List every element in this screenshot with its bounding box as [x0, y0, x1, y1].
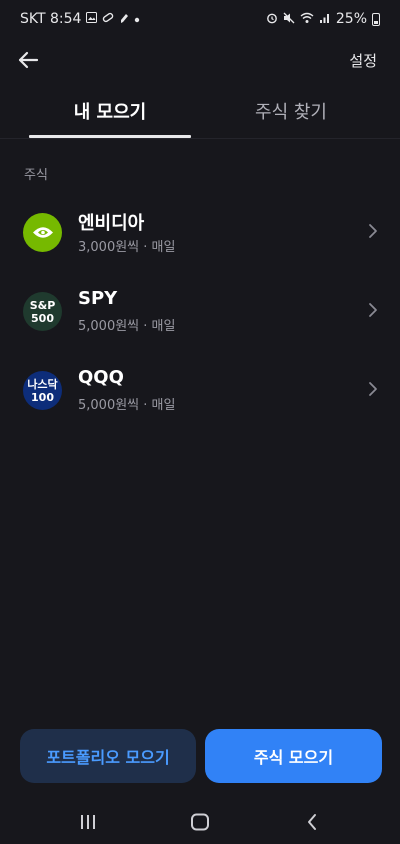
- recent-apps-icon: [81, 815, 95, 829]
- recent-apps-button[interactable]: [68, 808, 108, 836]
- arrow-left-icon: [18, 51, 39, 69]
- list-item[interactable]: 엔비디아 3,000원씩 · 매일: [0, 192, 400, 271]
- signal-icon: [319, 12, 331, 27]
- alarm-icon: [266, 12, 278, 27]
- stock-detail: 3,000원씩 · 매일: [78, 240, 176, 255]
- stock-list: 엔비디아 3,000원씩 · 매일 S&P 500 SPY 5,000원씩 · …: [0, 192, 400, 429]
- pen-icon: [119, 12, 129, 27]
- nasdaq100-logo: 나스닥 100: [23, 371, 62, 410]
- tab-indicator: [29, 135, 191, 138]
- bottom-actions: 포트폴리오 모으기 주식 모으기: [0, 729, 400, 783]
- stock-name: QQQ: [78, 367, 124, 388]
- back-icon: [308, 814, 316, 830]
- home-button[interactable]: [180, 808, 220, 836]
- status-right: 25%: [266, 11, 380, 27]
- pill-icon: [102, 12, 114, 26]
- stock-detail: 5,000원씩 · 매일: [78, 319, 176, 334]
- sp500-logo: S&P 500: [23, 292, 62, 331]
- stock-name: 엔비디아: [78, 213, 145, 234]
- system-back-button[interactable]: [292, 808, 332, 836]
- settings-button[interactable]: 설정: [349, 50, 377, 71]
- battery-percent: 25%: [335, 11, 367, 27]
- image-icon: [86, 12, 98, 26]
- wifi-icon: [300, 12, 314, 27]
- status-bar: SKT 8:54 25%: [0, 0, 400, 38]
- section-title: 주식: [24, 168, 48, 183]
- logo-text-line: S&P: [29, 298, 56, 312]
- stock-detail: 5,000원씩 · 매일: [78, 398, 176, 413]
- logo-text-line: 나스닥: [27, 377, 58, 391]
- chevron-right-icon: [369, 382, 377, 396]
- tab-bar: 내 모으기 주식 찾기: [0, 84, 400, 139]
- portfolio-save-button[interactable]: 포트폴리오 모으기: [20, 729, 196, 783]
- status-left: SKT 8:54: [20, 11, 140, 27]
- logo-text-line: 100: [31, 390, 54, 404]
- stock-save-button[interactable]: 주식 모으기: [205, 729, 382, 783]
- top-bar: 설정: [0, 38, 400, 82]
- list-item[interactable]: S&P 500 SPY 5,000원씩 · 매일: [0, 271, 400, 350]
- tab-my-savings[interactable]: 내 모으기: [29, 84, 191, 138]
- stock-name: SPY: [78, 288, 118, 309]
- list-item[interactable]: 나스닥 100 QQQ 5,000원씩 · 매일: [0, 350, 400, 429]
- nvidia-logo: [23, 213, 62, 252]
- tab-find-stocks[interactable]: 주식 찾기: [210, 84, 372, 138]
- mute-icon: [283, 12, 295, 27]
- dot-icon: [134, 13, 140, 26]
- battery-icon: [372, 12, 380, 26]
- logo-text-line: 500: [31, 311, 54, 325]
- home-icon: [191, 813, 209, 831]
- chevron-right-icon: [369, 224, 377, 238]
- chevron-right-icon: [369, 303, 377, 317]
- carrier-time: SKT 8:54: [20, 11, 82, 27]
- back-button[interactable]: [10, 42, 46, 78]
- system-nav-bar: [0, 800, 400, 844]
